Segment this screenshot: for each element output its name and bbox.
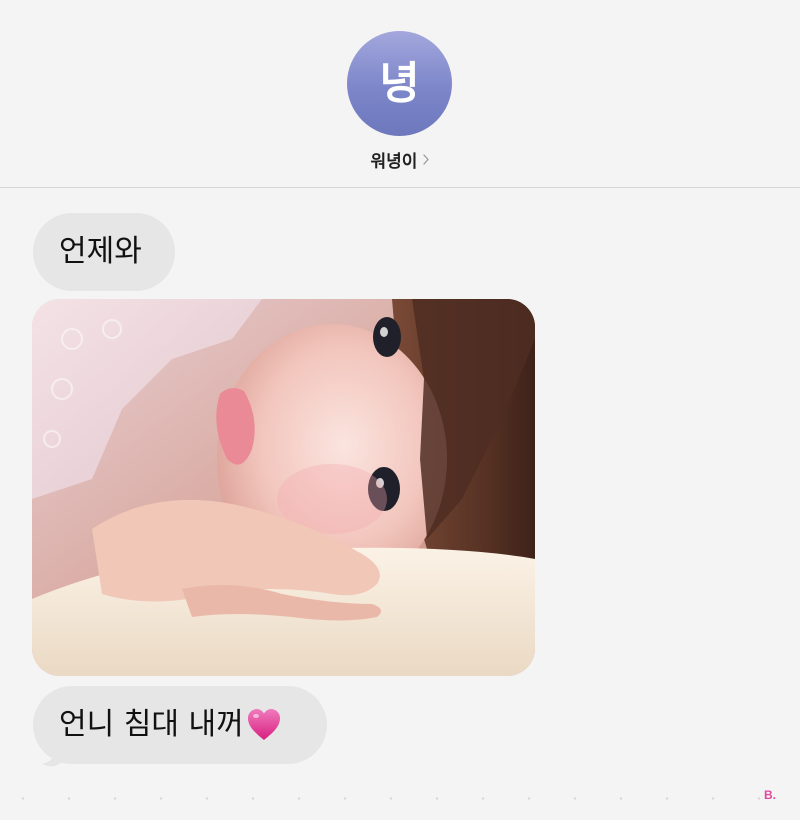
- bubble-tail: [42, 742, 70, 767]
- message-text: 언니 침대 내꺼: [59, 707, 244, 742]
- photo-image: [32, 299, 535, 676]
- watermark: B.: [764, 788, 776, 802]
- contact-avatar[interactable]: 녕: [347, 31, 452, 136]
- contact-info-button[interactable]: 워녕이: [0, 146, 800, 172]
- message-bubble-received[interactable]: 언제와: [33, 213, 175, 291]
- message-photo[interactable]: [32, 299, 535, 676]
- divider-dots: [0, 797, 760, 800]
- chevron-right-icon: [423, 153, 430, 165]
- heart-icon: [247, 709, 280, 740]
- message-text: 언제와: [59, 234, 142, 269]
- avatar-initial: 녕: [379, 57, 420, 109]
- conversation-header: 녕 워녕이: [0, 0, 800, 188]
- contact-name: 워녕이: [370, 151, 418, 172]
